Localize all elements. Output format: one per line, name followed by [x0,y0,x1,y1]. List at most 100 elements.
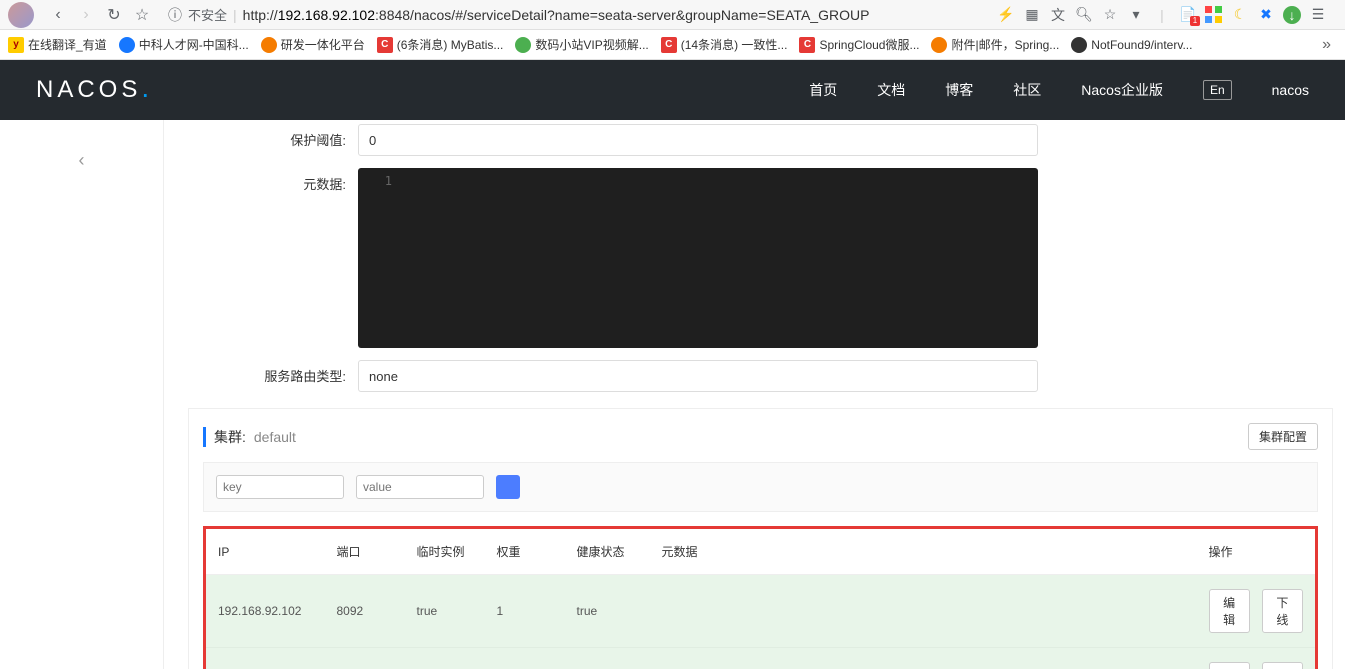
cell-healthy: true [565,648,650,669]
meta-key-input[interactable] [216,475,344,499]
edit-button[interactable]: 编辑 [1209,662,1250,669]
bookmark-item[interactable]: 研发一体化平台 [261,36,365,53]
nav-home[interactable]: 首页 [809,80,837,100]
bookmark-item[interactable]: 附件|邮件，Spring... [931,36,1059,53]
download-ext-icon[interactable]: ↓ [1283,6,1301,24]
more-divider: | [1153,6,1171,24]
nacos-logo[interactable]: NACOS. [36,76,153,104]
bookmark-label: 中科人才网-中国科... [139,36,249,53]
metadata-editor[interactable]: 1 [358,168,1038,348]
reload-icon[interactable]: ↻ [102,3,126,27]
favicon-icon [1071,37,1087,53]
cell-ops: 编辑 下线 [1197,648,1317,669]
collapse-icon[interactable]: ‹ [79,150,85,171]
edit-button[interactable]: 编辑 [1209,589,1250,633]
moon-ext-icon[interactable]: ☾ [1231,6,1249,24]
cell-ephemeral: true [405,648,485,669]
bookmark-item[interactable]: NotFound9/interv... [1071,37,1192,53]
qr-icon[interactable]: ▦ [1023,6,1041,24]
cluster-header: 集群: default 集群配置 [203,423,1318,450]
x-ext-icon[interactable]: ✖ [1257,6,1275,24]
lang-switch[interactable]: En [1203,80,1232,100]
star-icon[interactable]: ☆ [130,3,154,27]
main-layout: ‹ 保护阈值: 0 元数据: 1 服务路由类型: none 集群: defaul… [0,120,1345,669]
offline-button[interactable]: 下线 [1262,589,1303,633]
cell-ephemeral: true [405,575,485,648]
cluster-label: 集群: [214,427,246,447]
nav-user[interactable]: nacos [1272,82,1309,98]
bookmark-item[interactable]: CSpringCloud微服... [799,36,919,53]
profile-avatar[interactable] [8,2,34,28]
th-healthy: 健康状态 [565,528,650,575]
table-header-row: IP 端口 临时实例 权重 健康状态 元数据 操作 [205,528,1317,575]
address-bar[interactable]: ⓘ 不安全 | http://192.168.92.102:8848/nacos… [158,5,993,25]
metadata-label: 元数据: [188,168,358,193]
th-weight: 权重 [485,528,565,575]
bookmarks-bar: y在线翻译_有道 中科人才网-中国科... 研发一体化平台 C(6条消息) My… [0,30,1345,60]
cell-metadata [650,648,1197,669]
favicon-icon: C [661,37,677,53]
bookmark-label: 数码小站VIP视频解... [535,36,648,53]
content: 保护阈值: 0 元数据: 1 服务路由类型: none 集群: default … [164,120,1345,669]
cluster-name: default [254,429,296,445]
cell-ip: 192.168.92.102 [205,648,325,669]
bolt-icon[interactable]: ⚡ [997,6,1015,24]
form-row-route: 服务路由类型: none [188,360,1333,392]
browser-navbar: ‹ › ↻ ☆ ⓘ 不安全 | http://192.168.92.102:88… [0,0,1345,30]
cluster-card: 集群: default 集群配置 IP 端口 临时实例 [188,408,1333,669]
meta-search-row [203,462,1318,512]
cell-weight: 1 [485,575,565,648]
translate-icon[interactable]: 文 [1049,6,1067,24]
bookmark-item[interactable]: y在线翻译_有道 [8,36,107,53]
th-ephemeral: 临时实例 [405,528,485,575]
cell-port: 8091 [325,648,405,669]
cluster-config-button[interactable]: 集群配置 [1248,423,1318,450]
sidebar: ‹ [0,120,164,669]
back-icon[interactable]: ‹ [46,3,70,27]
forward-icon[interactable]: › [74,3,98,27]
favicon-icon [261,37,277,53]
nav-blog[interactable]: 博客 [945,80,973,100]
th-ip: IP [205,528,325,575]
extensions: ⚡ ▦ 文 🔍︎ ☆ ▾ | 📄 ☾ ✖ ↓ ☰ [997,6,1337,24]
url-text: http://192.168.92.102:8848/nacos/#/servi… [243,7,870,23]
th-ops: 操作 [1197,528,1317,575]
meta-value-input[interactable] [356,475,484,499]
cell-metadata [650,575,1197,648]
bookmark-item[interactable]: C(6条消息) MyBatis... [377,36,504,53]
dropdown-icon[interactable]: ▾ [1127,6,1145,24]
clip-ext-icon[interactable]: 📄 [1179,6,1197,24]
bookmark-label: (14条消息) 一致性... [681,36,788,53]
bookmark-label: 研发一体化平台 [281,36,365,53]
nav-community[interactable]: 社区 [1013,80,1041,100]
meta-search-button[interactable] [496,475,520,499]
fav-icon[interactable]: ☆ [1101,6,1119,24]
nav-enterprise[interactable]: Nacos企业版 [1081,80,1163,100]
zoom-icon[interactable]: 🔍︎ [1075,6,1093,24]
nacos-header: NACOS. 首页 文档 博客 社区 Nacos企业版 En nacos [0,60,1345,120]
divider: | [233,7,237,23]
table-row: 192.168.92.102 8091 true 1 true 编辑 下线 [205,648,1317,669]
bookmark-item[interactable]: 数码小站VIP视频解... [515,36,648,53]
bookmark-label: 在线翻译_有道 [28,36,107,53]
nav-docs[interactable]: 文档 [877,80,905,100]
line-number: 1 [372,174,392,188]
form-row-threshold: 保护阈值: 0 [188,124,1333,156]
cell-ip: 192.168.92.102 [205,575,325,648]
cell-healthy: true [565,575,650,648]
info-icon: ⓘ [168,5,182,25]
bookmark-item[interactable]: C(14条消息) 一致性... [661,36,788,53]
offline-button[interactable]: 下线 [1262,662,1303,669]
squares-ext-icon[interactable] [1205,6,1223,24]
menu-icon[interactable]: ☰ [1309,6,1327,24]
threshold-input[interactable]: 0 [358,124,1038,156]
bookmark-item[interactable]: 中科人才网-中国科... [119,36,249,53]
bookmarks-overflow-icon[interactable]: » [1316,36,1337,54]
cell-ops: 编辑 下线 [1197,575,1317,648]
favicon-icon [931,37,947,53]
favicon-icon [515,37,531,53]
nacos-nav: 首页 文档 博客 社区 Nacos企业版 En nacos [809,80,1309,100]
favicon-icon: y [8,37,24,53]
threshold-label: 保护阈值: [188,124,358,149]
route-input[interactable]: none [358,360,1038,392]
